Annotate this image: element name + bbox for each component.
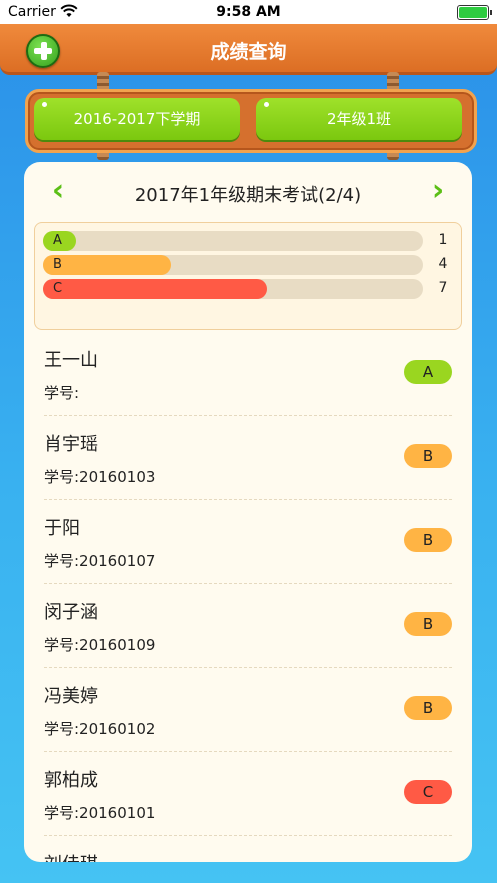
grade-badge: B: [404, 612, 452, 636]
list-item[interactable]: 闵子涵 学号:20160109 B: [44, 584, 452, 668]
grade-bar-label: C: [53, 281, 63, 296]
list-item[interactable]: 刘佳琪: [44, 836, 452, 862]
selector-board: 2016-2017下学期 2年级1班: [25, 89, 477, 153]
grade-bar-row: C 7: [43, 279, 453, 299]
grade-badge: A: [404, 360, 452, 384]
student-id: 学号:20160103: [44, 468, 156, 486]
grade-badge: B: [404, 528, 452, 552]
student-name: 于阳: [44, 518, 80, 539]
grade-badge: B: [404, 696, 452, 720]
list-item[interactable]: 郭柏成 学号:20160101 C: [44, 752, 452, 836]
student-list: 王一山 学号: A 肖宇瑶 学号:20160103 B 于阳 学号:201601…: [44, 332, 452, 862]
student-name: 郭柏成: [44, 770, 98, 791]
student-name: 冯美婷: [44, 686, 98, 707]
student-id: 学号:20160107: [44, 552, 156, 570]
battery-icon: [457, 5, 492, 20]
grade-bar-row: B 4: [43, 255, 453, 275]
grade-bar-fill: [43, 255, 171, 275]
student-name: 王一山: [44, 350, 98, 371]
list-item[interactable]: 肖宇瑶 学号:20160103 B: [44, 416, 452, 500]
grade-bar-track: A: [43, 231, 423, 251]
grade-bar-count: 4: [438, 256, 448, 272]
student-id: 学号:20160102: [44, 720, 156, 738]
student-name: 肖宇瑶: [44, 434, 98, 455]
grade-bar-label: B: [53, 257, 62, 272]
grade-bar-label: A: [53, 233, 62, 248]
grade-bar-fill: [43, 279, 267, 299]
list-item[interactable]: 王一山 学号: A: [44, 332, 452, 416]
chevron-right-icon[interactable]: ›: [426, 176, 450, 206]
exam-title: 2017年1年级期末考试(2/4): [134, 185, 362, 206]
grade-bar-row: A 1: [43, 231, 453, 251]
term-selector-button[interactable]: 2016-2017下学期: [34, 98, 240, 140]
results-card: ‹ 2017年1年级期末考试(2/4) › A 1 B 4 C 7 王一山 学号…: [24, 162, 472, 862]
grade-bar-track: B: [43, 255, 423, 275]
class-selector-button[interactable]: 2年级1班: [256, 98, 462, 140]
status-bar: Carrier 9:58 AM: [0, 0, 497, 24]
grade-badge: C: [404, 780, 452, 804]
grade-bar-track: C: [43, 279, 423, 299]
list-item[interactable]: 于阳 学号:20160107 B: [44, 500, 452, 584]
grade-badge: B: [404, 444, 452, 468]
grade-bar-count: 7: [438, 280, 448, 296]
student-name: 刘佳琪: [44, 850, 98, 862]
student-name: 闵子涵: [44, 602, 98, 623]
student-id: 学号:20160109: [44, 636, 156, 654]
page-title: 成绩查询: [210, 41, 287, 63]
clock: 9:58 AM: [216, 4, 281, 20]
student-id: 学号:20160101: [44, 804, 156, 822]
grade-distribution: A 1 B 4 C 7: [34, 222, 462, 330]
term-label: 2016-2017下学期: [73, 110, 201, 128]
list-item[interactable]: 冯美婷 学号:20160102 B: [44, 668, 452, 752]
class-label: 2年级1班: [326, 110, 392, 128]
nav-bar: 成绩查询: [0, 24, 497, 75]
student-id: 学号:: [44, 384, 80, 402]
exam-header: ‹ 2017年1年级期末考试(2/4) ›: [24, 174, 472, 208]
grade-bar-count: 1: [438, 232, 448, 248]
